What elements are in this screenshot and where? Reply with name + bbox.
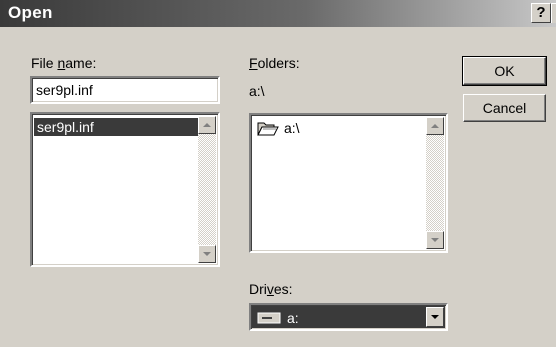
file-list[interactable]: ser9pl.inf bbox=[30, 112, 220, 267]
folder-list-scroll-up-button[interactable] bbox=[426, 117, 444, 135]
drives-label-suffix: es: bbox=[273, 281, 293, 297]
chevron-down-icon bbox=[431, 315, 439, 319]
drives-selected-value: a: bbox=[287, 310, 299, 326]
drives-dropdown[interactable]: a: bbox=[249, 303, 448, 331]
open-folder-icon bbox=[257, 122, 279, 136]
folder-list-scroll-down-button[interactable] bbox=[426, 231, 444, 249]
scroll-up-arrow-icon bbox=[203, 123, 211, 127]
title-bar[interactable]: Open ? bbox=[0, 0, 556, 27]
file-name-input[interactable]: ser9pl.inf bbox=[30, 76, 220, 104]
file-name-label-prefix: File bbox=[31, 55, 58, 71]
folders-label-accel: F bbox=[249, 55, 258, 71]
file-list-scrollbar[interactable] bbox=[198, 116, 216, 263]
drives-label-accel: v bbox=[266, 281, 274, 297]
file-name-label-suffix: ame: bbox=[65, 55, 97, 71]
folder-list-scrollbar[interactable] bbox=[426, 117, 444, 249]
drives-label: Drives: bbox=[249, 281, 293, 297]
scroll-up-arrow-icon bbox=[431, 124, 439, 128]
cancel-button[interactable]: Cancel bbox=[463, 94, 546, 122]
file-list-scroll-up-button[interactable] bbox=[198, 116, 216, 134]
scroll-down-arrow-icon bbox=[431, 238, 439, 242]
drives-dropdown-button[interactable] bbox=[426, 307, 444, 327]
file-list-scroll-down-button[interactable] bbox=[198, 245, 216, 263]
file-name-input-value: ser9pl.inf bbox=[36, 82, 93, 98]
floppy-drive-icon bbox=[257, 312, 281, 324]
file-list-item[interactable]: ser9pl.inf bbox=[34, 118, 200, 136]
close-button-partial[interactable] bbox=[551, 3, 556, 23]
open-dialog: Open ? File name: ser9pl.inf ser9pl.inf … bbox=[0, 0, 556, 347]
folder-list-item-label: a:\ bbox=[284, 120, 300, 136]
folders-label: Folders: bbox=[249, 55, 300, 71]
drives-label-prefix: Dri bbox=[249, 281, 267, 297]
window-title: Open bbox=[8, 3, 53, 22]
folder-list-item[interactable]: a:\ bbox=[251, 115, 421, 141]
folder-list[interactable]: a:\ bbox=[249, 113, 448, 253]
file-name-label: File name: bbox=[31, 55, 96, 71]
current-folder-path: a:\ bbox=[249, 83, 265, 99]
ok-button[interactable]: OK bbox=[462, 56, 547, 86]
folders-label-suffix: olders: bbox=[257, 55, 300, 71]
help-button[interactable]: ? bbox=[531, 3, 551, 23]
scroll-down-arrow-icon bbox=[203, 252, 211, 256]
